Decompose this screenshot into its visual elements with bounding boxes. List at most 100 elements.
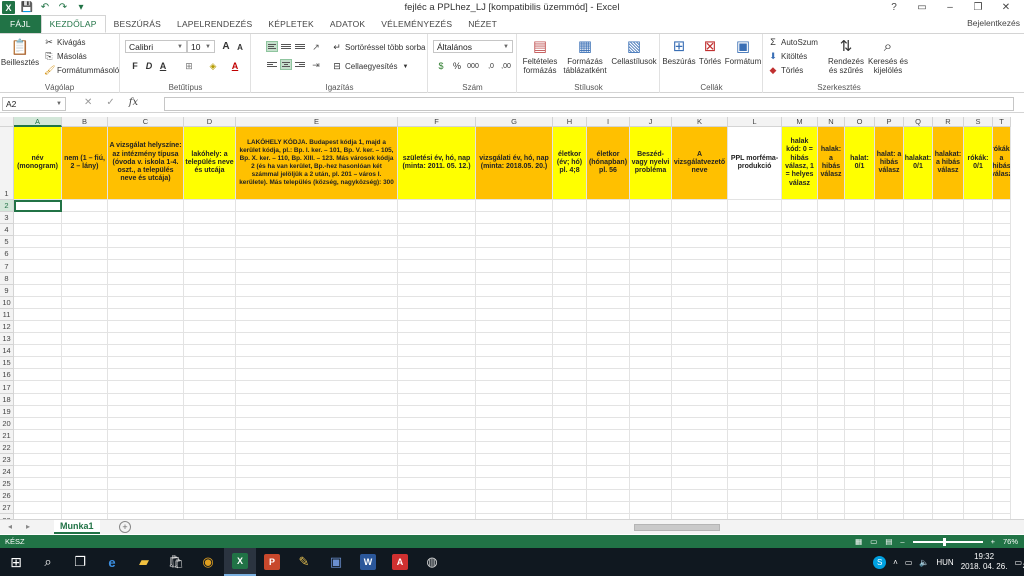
grid-cell[interactable] xyxy=(875,212,904,225)
grid-cell[interactable] xyxy=(993,308,1011,321)
grid-cell[interactable] xyxy=(818,490,845,503)
grid-cell[interactable] xyxy=(728,236,782,249)
grid-cell[interactable] xyxy=(184,260,236,273)
grid-cell[interactable] xyxy=(184,272,236,285)
grid-cell[interactable] xyxy=(630,369,672,382)
grid-cell[interactable] xyxy=(587,200,630,213)
grid-cell[interactable] xyxy=(630,417,672,430)
grid-cell[interactable] xyxy=(993,260,1011,273)
wrap-text-button[interactable]: ↵ Sortöréssel több sorba xyxy=(332,42,425,53)
close-button[interactable]: ✕ xyxy=(992,0,1020,15)
grid-cell[interactable] xyxy=(672,453,728,467)
grid-cell[interactable] xyxy=(476,466,553,479)
grid-cell[interactable] xyxy=(108,200,184,213)
tab-home[interactable]: KEZDŐLAP xyxy=(40,15,106,33)
grid-cell[interactable] xyxy=(993,212,1011,225)
grid-cell[interactable] xyxy=(62,405,108,418)
grid-cell[interactable] xyxy=(933,357,964,370)
grid-cell[interactable] xyxy=(398,308,476,321)
grid-cell[interactable] xyxy=(875,308,904,321)
clock[interactable]: 19:32 2018. 04. 26. xyxy=(961,552,1008,572)
grid-cell[interactable] xyxy=(587,369,630,382)
grid-cell[interactable] xyxy=(845,381,875,394)
grid-cell[interactable] xyxy=(933,478,964,491)
grid-cell[interactable] xyxy=(236,393,398,406)
grid-cell[interactable] xyxy=(14,333,62,346)
grid-cell[interactable] xyxy=(782,333,818,346)
grid-cell[interactable] xyxy=(904,284,933,297)
grid-cell[interactable] xyxy=(62,296,108,309)
grid-cell[interactable] xyxy=(184,369,236,382)
grid-cell[interactable] xyxy=(993,405,1011,418)
cut-button[interactable]: ✂ Kivágás xyxy=(44,37,85,48)
grid-cell[interactable] xyxy=(62,224,108,237)
notifications-icon[interactable]: ▭2 xyxy=(1014,558,1024,570)
grid-cell[interactable] xyxy=(62,381,108,394)
grid-cell[interactable] xyxy=(236,212,398,225)
font-color-icon[interactable]: A xyxy=(229,60,241,72)
grid-cell[interactable] xyxy=(904,393,933,406)
grid-cell[interactable] xyxy=(933,405,964,418)
align-middle-icon[interactable] xyxy=(280,41,292,52)
grid-cell[interactable] xyxy=(728,260,782,273)
header-cell-k[interactable]: A vizsgálatvezető neve xyxy=(672,127,728,200)
grid-cell[interactable] xyxy=(875,490,904,503)
grid-cell[interactable] xyxy=(14,417,62,430)
grid-cell[interactable] xyxy=(875,200,904,213)
grid-cell[interactable] xyxy=(904,441,933,454)
grid-cell[interactable] xyxy=(818,236,845,249)
grid-cell[interactable] xyxy=(14,248,62,261)
grid-cell[interactable] xyxy=(553,453,587,467)
grid-cell[interactable] xyxy=(782,393,818,406)
grid-cell[interactable] xyxy=(904,308,933,321)
grid-cell[interactable] xyxy=(62,417,108,430)
grid-cell[interactable] xyxy=(630,381,672,394)
row-header[interactable]: 23 xyxy=(0,453,14,467)
grid-cell[interactable] xyxy=(476,260,553,273)
row-header[interactable]: 9 xyxy=(0,284,14,297)
grid-cell[interactable] xyxy=(964,296,993,309)
grid-cell[interactable] xyxy=(587,333,630,346)
grid-cell[interactable] xyxy=(904,260,933,273)
grid-cell[interactable] xyxy=(476,345,553,358)
grid-cell[interactable] xyxy=(845,272,875,285)
grid-cell[interactable] xyxy=(818,260,845,273)
grid-cell[interactable] xyxy=(476,429,553,442)
sheet-tab-munka1[interactable]: Munka1 xyxy=(54,520,100,534)
grid-cell[interactable] xyxy=(782,236,818,249)
column-header-e[interactable]: E xyxy=(236,117,398,127)
grid-cell[interactable] xyxy=(108,272,184,285)
grid-cell[interactable] xyxy=(672,429,728,442)
grid-cell[interactable] xyxy=(14,490,62,503)
grid-cell[interactable] xyxy=(476,478,553,491)
grid-cell[interactable] xyxy=(62,369,108,382)
grid-cell[interactable] xyxy=(782,490,818,503)
row-header[interactable]: 21 xyxy=(0,429,14,442)
grid-cell[interactable] xyxy=(184,296,236,309)
align-left-icon[interactable] xyxy=(266,59,278,70)
grid-cell[interactable] xyxy=(933,490,964,503)
grid-cell[interactable] xyxy=(236,453,398,467)
grid-cell[interactable] xyxy=(904,381,933,394)
grid-cell[interactable] xyxy=(553,381,587,394)
paste-button[interactable]: 📋 Beillesztés xyxy=(1,38,39,68)
tab-file[interactable]: FÁJL xyxy=(0,15,41,33)
grid-cell[interactable] xyxy=(236,260,398,273)
grid-cell[interactable] xyxy=(553,236,587,249)
zoom-level[interactable]: 76% xyxy=(1003,537,1018,546)
grid-cell[interactable] xyxy=(818,345,845,358)
grid-cell[interactable] xyxy=(875,466,904,479)
grid-cell[interactable] xyxy=(818,369,845,382)
grid-cell[interactable] xyxy=(553,417,587,430)
grid-cell[interactable] xyxy=(14,296,62,309)
row-header[interactable]: 27 xyxy=(0,502,14,515)
grid-cell[interactable] xyxy=(845,260,875,273)
percent-button[interactable]: % xyxy=(451,60,463,72)
grid-cell[interactable] xyxy=(672,417,728,430)
grid-cell[interactable] xyxy=(728,200,782,213)
grid-cell[interactable] xyxy=(587,272,630,285)
grid-cell[interactable] xyxy=(476,381,553,394)
grid-cell[interactable] xyxy=(108,345,184,358)
grid-cell[interactable] xyxy=(630,284,672,297)
row-header[interactable]: 15 xyxy=(0,357,14,370)
